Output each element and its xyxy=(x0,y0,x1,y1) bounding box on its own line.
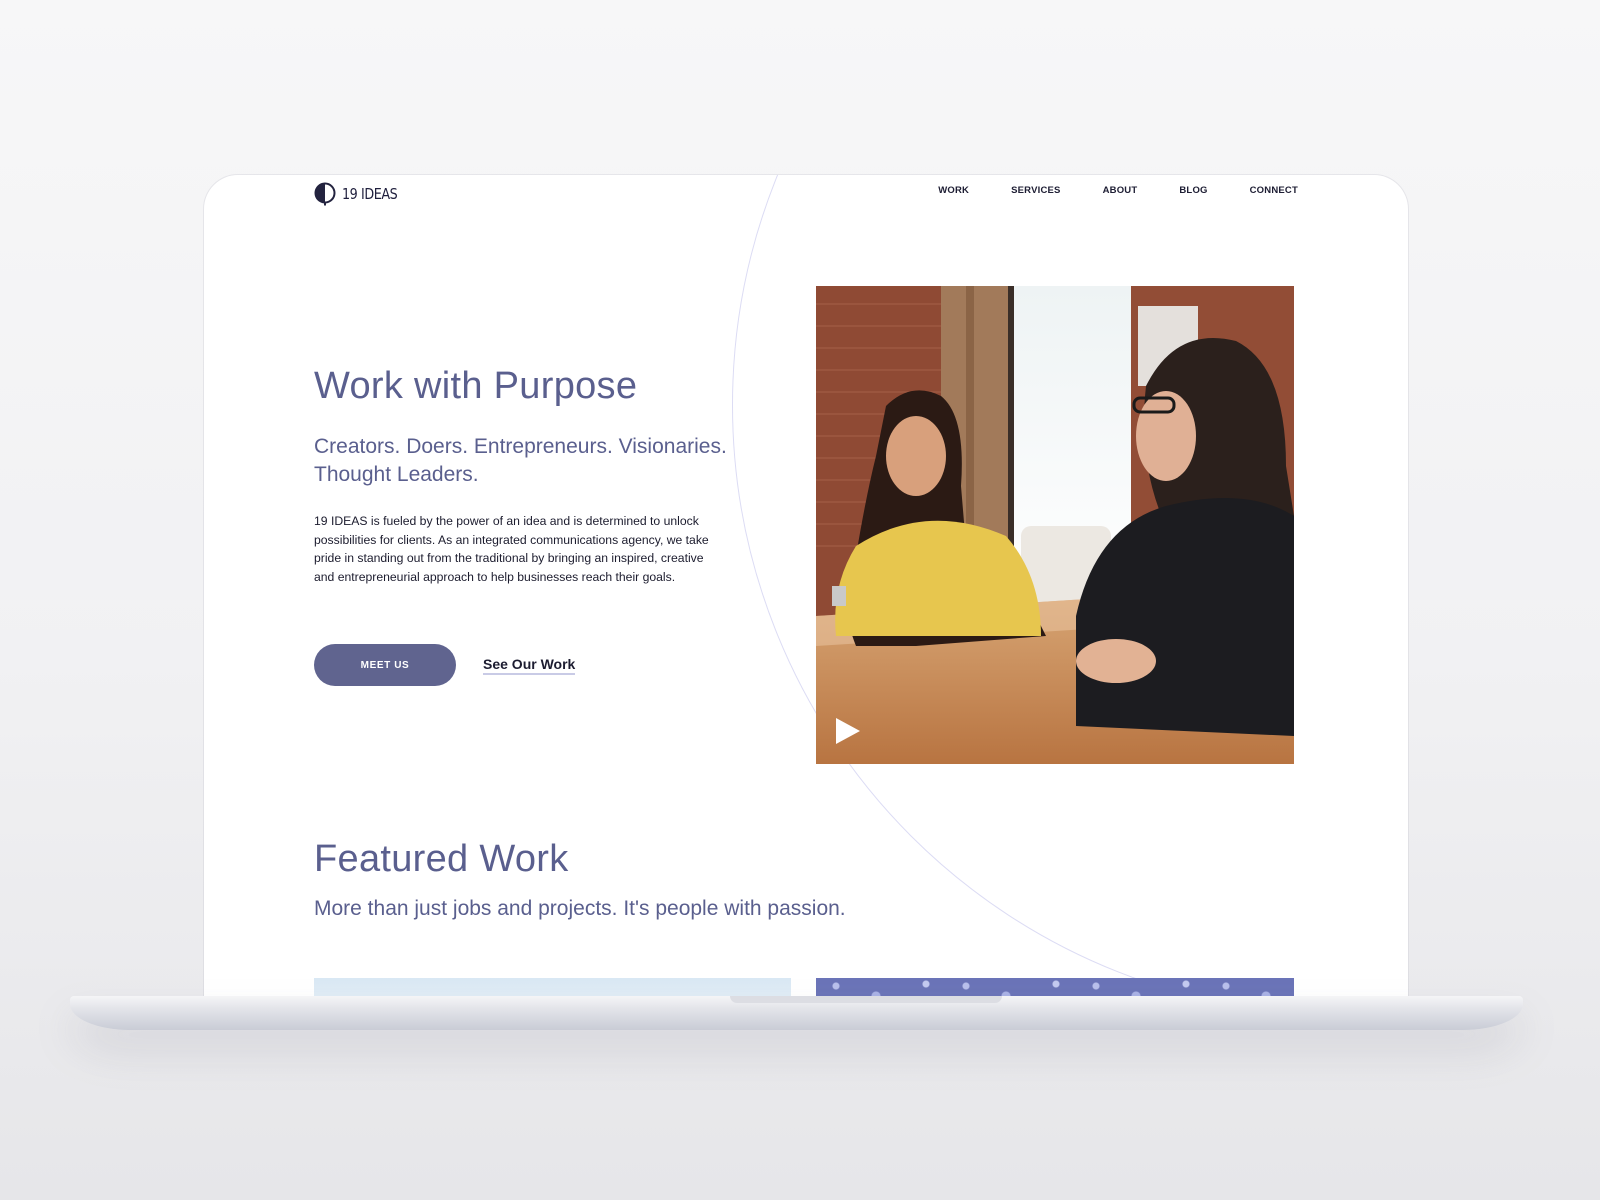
meet-us-button[interactable]: MEET US xyxy=(314,644,456,686)
brand-name: 19 IDEAS xyxy=(342,185,398,203)
see-our-work-link[interactable]: See Our Work xyxy=(483,656,576,675)
featured-work-title: Featured Work xyxy=(314,838,569,880)
hero-subtitle: Creators. Doers. Entrepreneurs. Visionar… xyxy=(314,435,727,486)
hero-video[interactable] xyxy=(816,286,1294,764)
featured-work-card[interactable] xyxy=(314,978,791,997)
nav-item-work[interactable]: WORK xyxy=(938,185,969,196)
brand-logo[interactable]: 19 IDEAS xyxy=(314,182,407,206)
laptop-notch xyxy=(730,996,1002,1003)
half-circle-logo-icon xyxy=(314,182,336,206)
laptop-base xyxy=(70,996,1523,1030)
hero-body-text: 19 IDEAS is fueled by the power of an id… xyxy=(314,514,709,584)
hero-title: Work with Purpose xyxy=(314,365,638,407)
featured-work-subtitle: More than just jobs and projects. It's p… xyxy=(314,897,846,920)
laptop-screen: 19 IDEAS WORK SERVICES ABOUT BLOG CONNEC… xyxy=(204,175,1408,997)
nav-item-connect[interactable]: CONNECT xyxy=(1250,185,1298,196)
nav-item-services[interactable]: SERVICES xyxy=(1011,185,1060,196)
device-mockup: 19 IDEAS WORK SERVICES ABOUT BLOG CONNEC… xyxy=(0,0,1600,1200)
nav-item-about[interactable]: ABOUT xyxy=(1103,185,1138,196)
play-icon[interactable] xyxy=(834,716,862,746)
main-nav: WORK SERVICES ABOUT BLOG CONNECT xyxy=(938,185,1298,196)
nav-item-blog[interactable]: BLOG xyxy=(1179,185,1207,196)
featured-work-card[interactable] xyxy=(816,978,1294,997)
video-thumbnail xyxy=(816,286,1294,764)
